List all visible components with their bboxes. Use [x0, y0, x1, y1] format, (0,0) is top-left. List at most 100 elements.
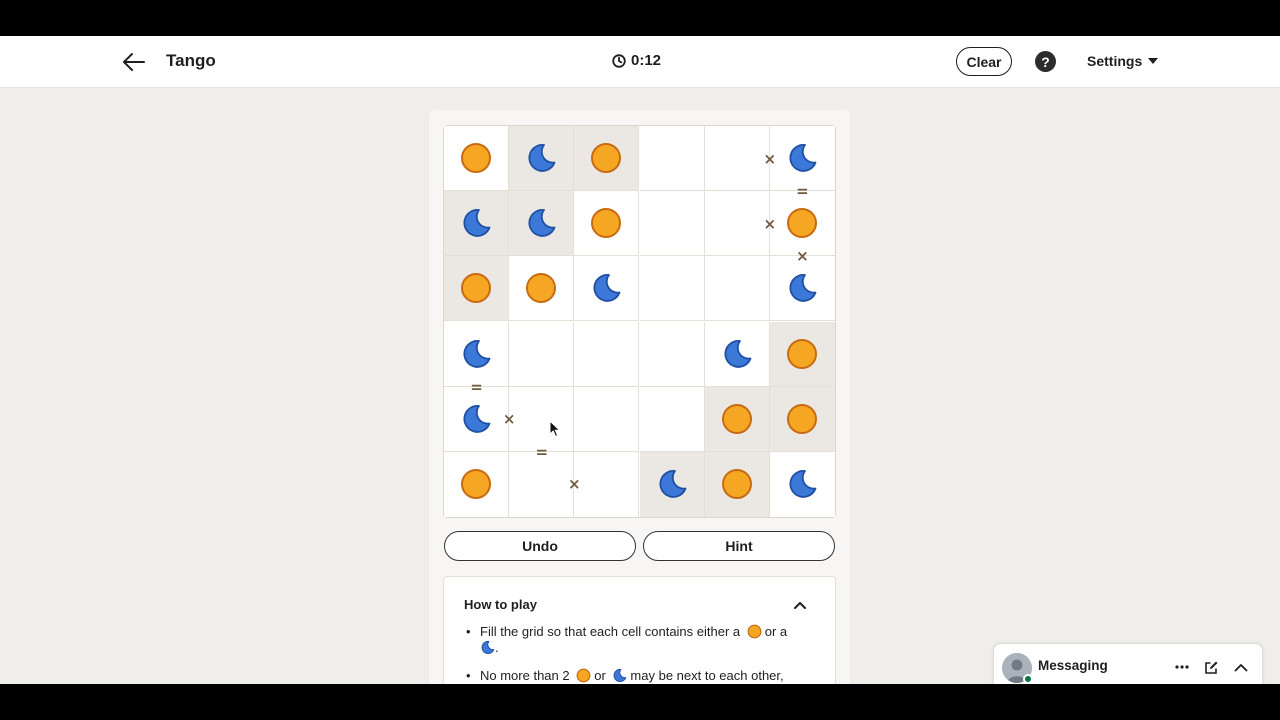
rule-1: • Fill the grid so that each cell contai…	[466, 624, 826, 658]
letterbox-top	[0, 0, 1280, 36]
board-cell-r3-c6[interactable]	[769, 256, 835, 322]
bullet: •	[466, 668, 471, 683]
undo-button[interactable]: Undo	[444, 531, 636, 561]
back-button[interactable]	[120, 49, 148, 75]
board-cell-r6-c6[interactable]	[769, 451, 835, 517]
timer-value: 0:12	[631, 52, 662, 69]
rule-2-text-c: may be next to each other,	[630, 668, 784, 683]
board-cell-r6-c5	[704, 451, 770, 517]
moon-icon	[789, 144, 817, 172]
board-cell-r4-c2[interactable]	[509, 321, 575, 387]
moon-icon	[614, 668, 627, 682]
board-cell-r2-c2	[509, 191, 575, 257]
sun-icon	[461, 273, 492, 304]
moon-icon	[463, 339, 491, 368]
board-cell-r2-c1	[444, 191, 510, 257]
board-cell-r3-c1	[444, 256, 510, 322]
how-to-play-title: How to play	[464, 597, 537, 612]
moon-icon	[528, 209, 556, 237]
board-cell-r6-c1[interactable]	[444, 451, 510, 517]
board-cell-r3-c3[interactable]	[574, 256, 640, 322]
rule-2-text-a: No more than 2	[480, 668, 570, 683]
moon-icon	[724, 339, 752, 368]
board-cell-r1-c1[interactable]	[444, 126, 510, 192]
board-cell-r4-c3[interactable]	[574, 321, 640, 387]
help-icon[interactable]: ?	[1035, 51, 1056, 72]
board-cell-r3-c2[interactable]	[509, 256, 575, 322]
moon-icon	[463, 209, 491, 237]
online-status-dot	[1023, 674, 1033, 684]
board-cell-r6-c3[interactable]	[574, 451, 640, 517]
opposite-constraint-icon: ×	[763, 214, 777, 233]
equal-constraint-icon: =	[796, 182, 809, 201]
rule-2: • No more than 2 or may be next to each …	[466, 668, 826, 684]
board-cell-r3-c5[interactable]	[704, 256, 770, 322]
board-cell-r5-c4[interactable]	[639, 386, 705, 452]
sun-icon	[787, 208, 818, 239]
board-cell-r1-c3	[574, 126, 640, 192]
tango-board: × = × × = × = ×	[443, 125, 836, 518]
sun-icon	[721, 469, 752, 500]
board-cell-r2-c4[interactable]	[639, 191, 705, 257]
settings-label: Settings	[1087, 53, 1143, 69]
sun-icon	[591, 208, 622, 239]
board-cell-r1-c4[interactable]	[639, 126, 705, 192]
board-cell-r2-c5[interactable]	[704, 191, 770, 257]
board-cell-r6-c2[interactable]	[509, 451, 575, 517]
board-cell-r3-c4[interactable]	[639, 256, 705, 322]
board-cell-r2-c3[interactable]	[574, 191, 640, 257]
chevron-up-icon[interactable]	[1232, 658, 1250, 676]
sun-icon	[461, 143, 492, 174]
board-cell-r4-c5[interactable]	[704, 321, 770, 387]
board-cell-r4-c6	[769, 321, 835, 387]
how-to-play-panel: How to play • Fill the grid so that each…	[443, 576, 836, 684]
timer: 0:12	[612, 52, 661, 69]
rule-1-text-c: .	[495, 640, 499, 655]
sun-icon	[526, 273, 557, 304]
bullet: •	[466, 624, 471, 639]
rule-2-text-b: or	[594, 668, 606, 683]
board-cell-r5-c6	[769, 386, 835, 452]
sun-icon	[721, 403, 752, 434]
moon-icon	[481, 640, 495, 654]
moon-icon	[463, 404, 491, 433]
clear-button[interactable]: Clear	[956, 47, 1012, 76]
board-cell-r4-c4[interactable]	[639, 321, 705, 387]
moon-icon	[528, 144, 556, 172]
hint-button[interactable]: Hint	[643, 531, 835, 561]
mouse-cursor-icon	[549, 420, 561, 438]
caret-down-icon	[1148, 58, 1159, 64]
board-cell-r5-c5	[704, 386, 770, 452]
sun-icon	[787, 338, 818, 369]
letterbox-bottom	[0, 684, 1280, 720]
board-cell-r5-c1[interactable]	[444, 386, 510, 452]
opposite-constraint-icon: ×	[796, 247, 809, 266]
sun-icon	[576, 668, 591, 683]
moon-icon	[593, 274, 621, 303]
opposite-constraint-icon: ×	[763, 149, 777, 168]
board-cell-r1-c2	[509, 126, 575, 192]
chevron-up-icon[interactable]	[792, 597, 808, 613]
moon-icon	[789, 470, 817, 499]
board-cell-r1-c5[interactable]	[704, 126, 770, 192]
settings-menu[interactable]: Settings	[1087, 53, 1159, 69]
game-title: Tango	[166, 51, 216, 70]
opposite-constraint-icon: ×	[502, 410, 516, 429]
top-bar: Tango 0:12 Clear ? Settings	[0, 36, 1280, 88]
moon-icon	[659, 470, 686, 499]
board-cell-r5-c3[interactable]	[574, 386, 640, 452]
compose-icon[interactable]	[1202, 658, 1220, 676]
game-viewport: Tango 0:12 Clear ? Settings × = × × = × = × Und…	[0, 36, 1280, 684]
equal-constraint-icon: =	[470, 377, 483, 396]
moon-icon	[789, 274, 817, 303]
opposite-constraint-icon: ×	[568, 475, 581, 494]
sun-icon	[591, 143, 622, 174]
board-cell-r6-c4	[639, 451, 705, 517]
sun-icon	[461, 469, 492, 500]
equal-constraint-icon: =	[535, 442, 549, 461]
messaging-label: Messaging	[1038, 658, 1108, 673]
sun-icon	[787, 403, 818, 434]
more-options-icon[interactable]	[1173, 658, 1191, 676]
messaging-bar[interactable]: Messaging	[993, 643, 1263, 684]
clock-icon	[612, 53, 626, 68]
